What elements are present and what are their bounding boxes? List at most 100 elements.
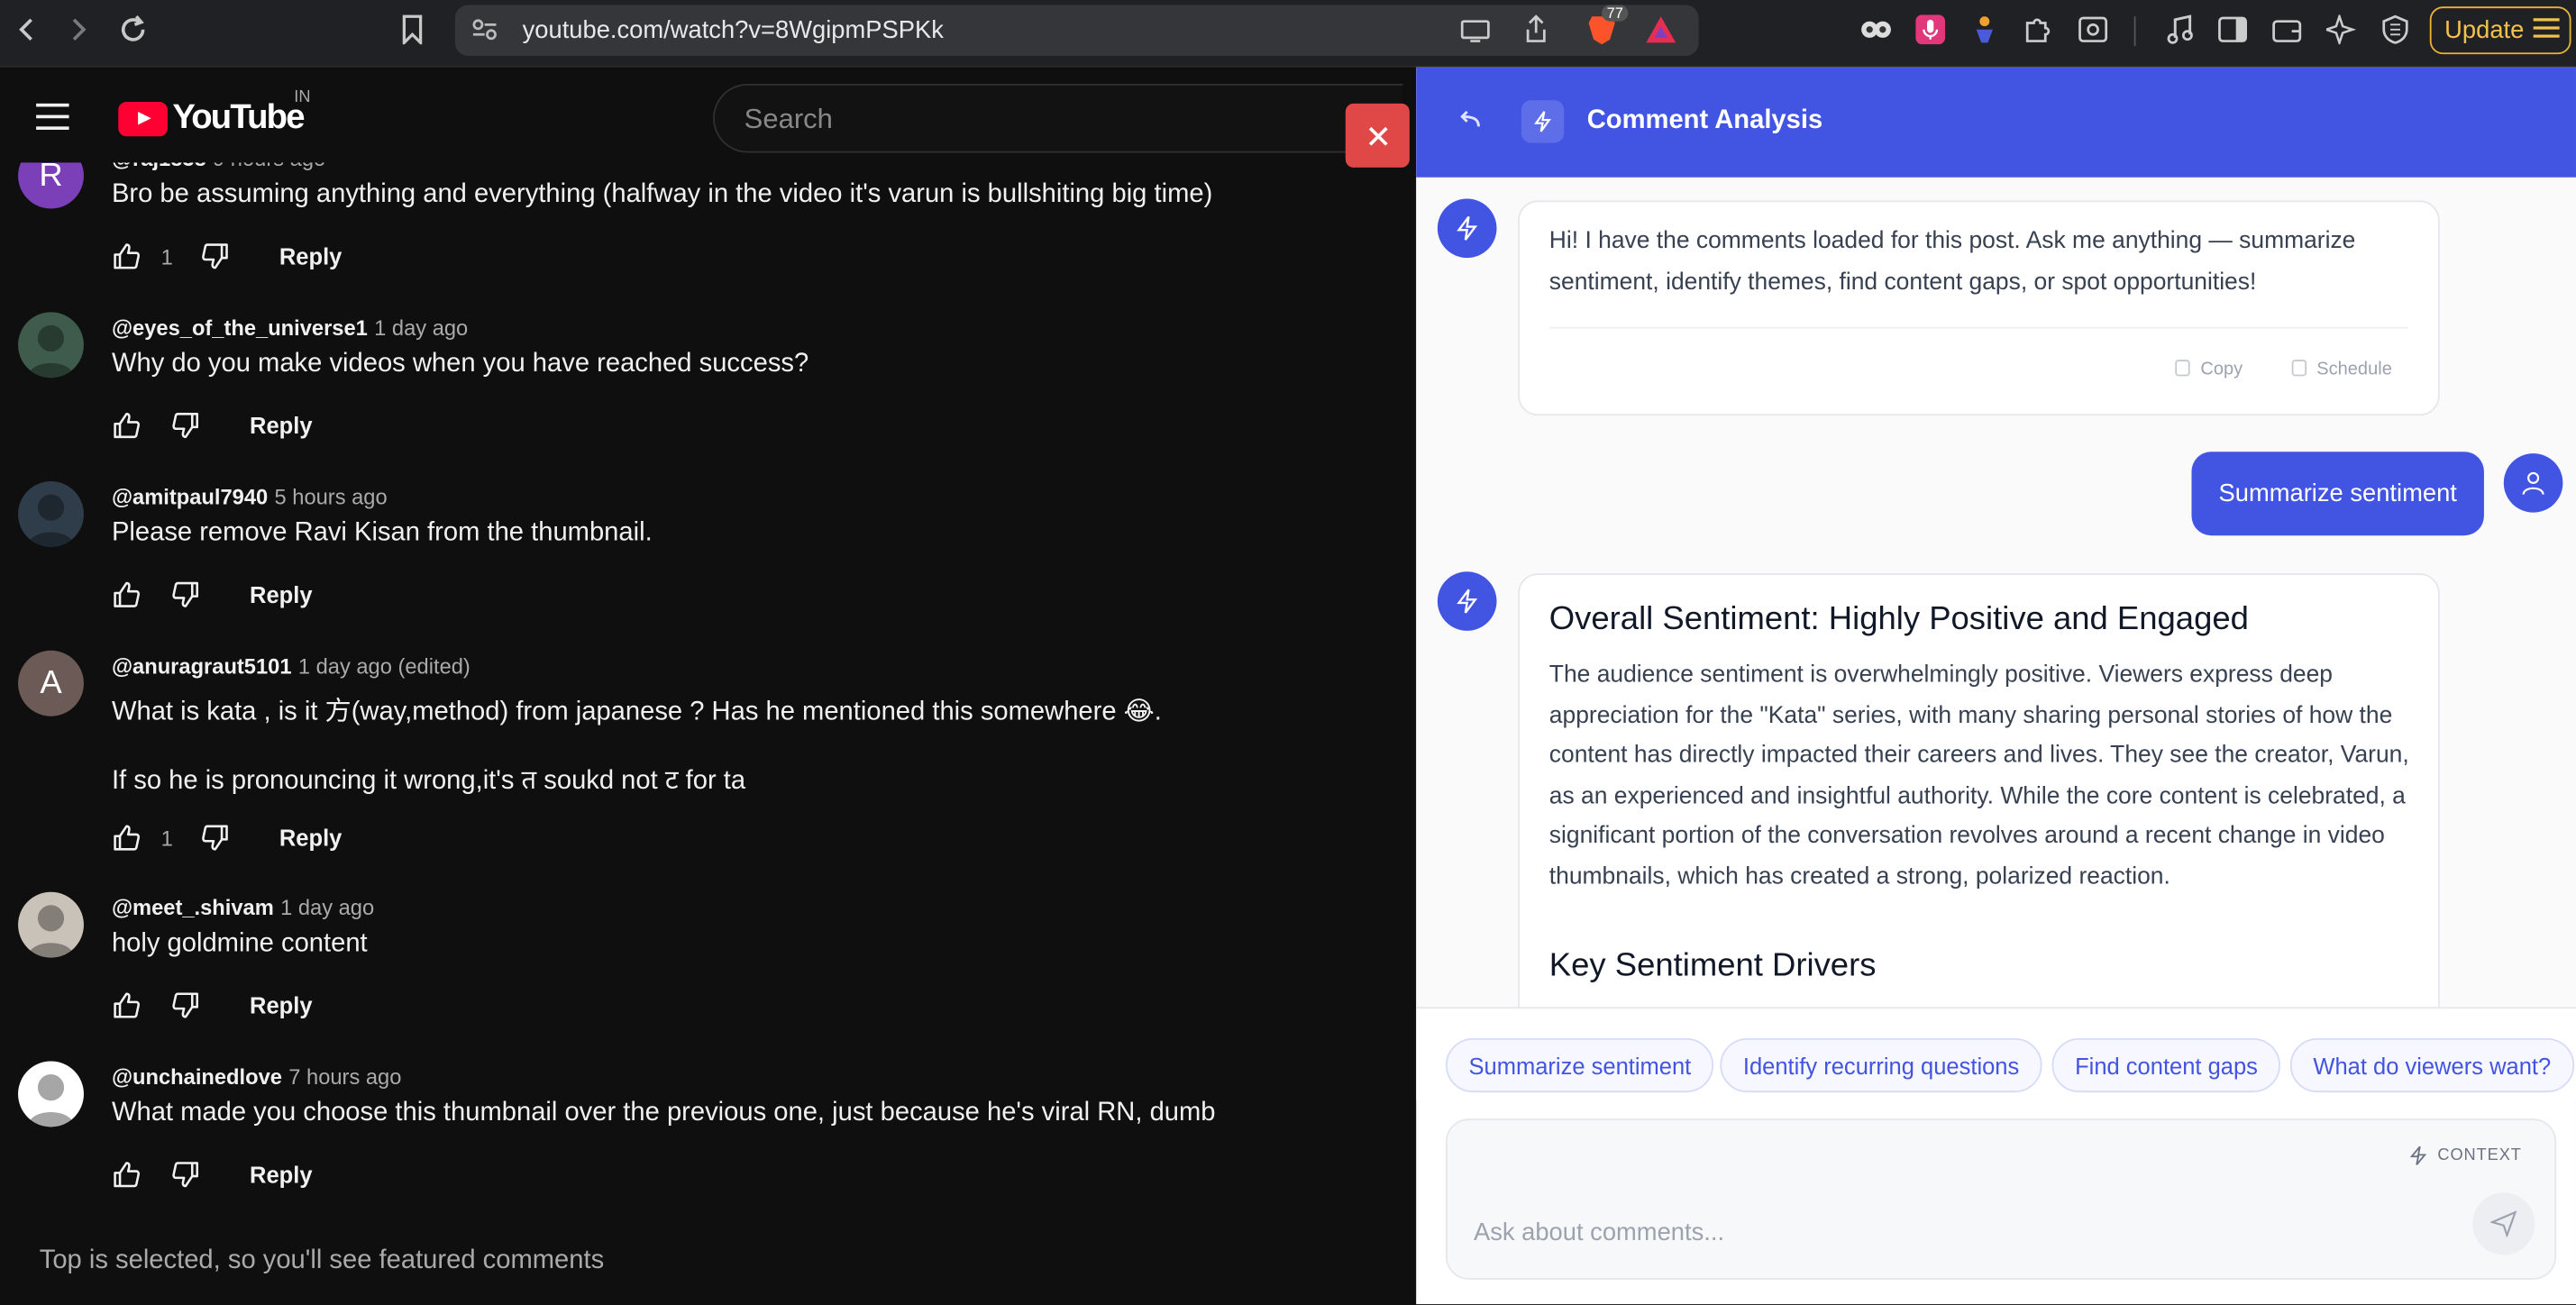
dislike-icon[interactable]: [171, 1160, 201, 1190]
music-icon[interactable]: [2163, 14, 2196, 46]
comment-time[interactable]: 7 hours ago: [288, 1064, 401, 1089]
comment-time[interactable]: 1 day ago: [374, 315, 468, 340]
extensions-puzzle-icon[interactable]: [2023, 14, 2055, 46]
commenter-avatar[interactable]: A: [18, 650, 84, 716]
wallet-icon[interactable]: [2270, 14, 2303, 46]
comment-header: @eyes_of_the_universe1 1 day ago: [112, 315, 468, 340]
toolbar-divider: [2133, 16, 2136, 47]
update-button[interactable]: Update: [2429, 6, 2571, 55]
bookmark-icon[interactable]: [394, 12, 430, 48]
reply-button[interactable]: Reply: [279, 825, 342, 851]
send-icon: [2490, 1210, 2517, 1237]
back-arrow-icon[interactable]: [8, 12, 44, 48]
like-icon[interactable]: [112, 242, 142, 271]
share-icon[interactable]: [1520, 14, 1552, 46]
reply-button[interactable]: Reply: [250, 1162, 312, 1188]
context-label: CONTEXT: [2437, 1146, 2522, 1165]
comment-text: holy goldmine content: [111, 929, 368, 958]
dislike-icon[interactable]: [200, 242, 230, 271]
like-icon[interactable]: [112, 579, 142, 609]
reply-button[interactable]: Reply: [250, 412, 312, 438]
user-avatar-icon: [2503, 453, 2563, 513]
search-input[interactable]: Search: [713, 83, 1403, 153]
comment-text: What made you choose this thumbnail over…: [111, 1099, 1216, 1127]
hamburger-menu-icon[interactable]: [36, 103, 69, 130]
context-button[interactable]: CONTEXT: [2409, 1145, 2521, 1166]
youtube-play-icon: [118, 101, 168, 136]
comment-time[interactable]: 5 hours ago: [275, 485, 388, 509]
cast-icon[interactable]: [1459, 14, 1492, 47]
extension-mic-icon[interactable]: [1914, 14, 1946, 46]
brave-rewards-icon[interactable]: [1645, 14, 1677, 46]
comment-text: If so he is pronouncing it wrong,it's त …: [111, 767, 746, 796]
chip-content-gaps[interactable]: Find content gaps: [2051, 1037, 2281, 1093]
close-panel-button[interactable]: [1345, 103, 1410, 168]
brave-badge: 77: [1602, 5, 1629, 22]
reply-button[interactable]: Reply: [250, 581, 312, 607]
comment-time[interactable]: 1 day ago (edited): [298, 653, 470, 678]
url-text: youtube.com/watch?v=8WgipmPSPKk: [522, 16, 944, 45]
chip-summarize-sentiment[interactable]: Summarize sentiment: [1445, 1037, 1714, 1093]
commenter-avatar[interactable]: [18, 891, 84, 958]
comment-text: What is kata , is it 方(way,method) from …: [111, 698, 1162, 726]
comment-username[interactable]: @meet_.shivam: [112, 895, 274, 919]
dislike-icon[interactable]: [200, 823, 230, 853]
screenshot-icon[interactable]: [2077, 14, 2109, 46]
leo-ai-icon[interactable]: [2325, 14, 2357, 46]
like-icon[interactable]: [112, 1160, 142, 1190]
chip-recurring-questions[interactable]: Identify recurring questions: [1720, 1037, 2042, 1093]
like-icon[interactable]: [112, 411, 142, 441]
vpn-shield-icon[interactable]: [2379, 14, 2411, 46]
comment-username[interactable]: @unchainedlove: [112, 1064, 282, 1089]
youtube-wordmark: YouTube: [172, 98, 305, 137]
commenter-avatar[interactable]: [18, 1061, 84, 1127]
screen: youtube.com/watch?v=8WgipmPSPKk 77 Updat…: [0, 0, 2576, 1305]
comment-username[interactable]: @anuragraut5101: [112, 653, 292, 678]
comment-analysis-panel: Comment Analysis Hi! I have the comments…: [1416, 67, 2576, 1305]
back-icon[interactable]: [1456, 105, 1482, 140]
reload-icon[interactable]: [115, 12, 151, 48]
ask-input[interactable]: CONTEXT Ask about comments...: [1445, 1118, 2557, 1280]
comment-username[interactable]: @amitpaul7940: [112, 485, 268, 509]
commenter-avatar[interactable]: [18, 312, 84, 379]
card-divider: [1548, 326, 2409, 329]
comment-time[interactable]: 1 day ago: [280, 895, 374, 919]
site-settings-icon[interactable]: [471, 18, 498, 50]
schedule-button[interactable]: Schedule: [2291, 360, 2392, 379]
comment-header: @meet_.shivam 1 day ago: [112, 895, 374, 919]
youtube-logo[interactable]: YouTube IN: [118, 88, 310, 138]
comment-text: Please remove Ravi Kisan from the thumbn…: [111, 518, 653, 547]
comment-username[interactable]: @eyes_of_the_universe1: [112, 315, 368, 340]
dislike-icon[interactable]: [171, 411, 201, 441]
user-message: Summarize sentiment: [2191, 452, 2484, 536]
brave-shields-icon[interactable]: 77: [1585, 5, 1629, 46]
chip-viewers-want[interactable]: What do viewers want?: [2289, 1037, 2574, 1093]
sidebar-toggle-icon[interactable]: [2216, 14, 2249, 46]
copy-button[interactable]: Copy: [2176, 360, 2243, 379]
reply-button[interactable]: Reply: [279, 243, 342, 269]
like-count: 1: [160, 243, 173, 269]
like-icon[interactable]: [112, 823, 142, 853]
comment-header: @amitpaul7940 5 hours ago: [112, 485, 388, 509]
comment-actions: Reply: [112, 411, 313, 441]
like-icon[interactable]: [112, 990, 142, 1020]
extension-figure-icon[interactable]: [1969, 14, 2001, 46]
assistant-bolt-icon: [1437, 198, 1497, 259]
extension-eyes-icon[interactable]: [1859, 14, 1892, 46]
address-bar[interactable]: youtube.com/watch?v=8WgipmPSPKk 77: [454, 5, 1699, 56]
answer-subheading: Key Sentiment Drivers: [1548, 947, 1877, 984]
commenter-avatar[interactable]: [18, 481, 84, 547]
comment-actions: Reply: [112, 579, 313, 609]
dislike-icon[interactable]: [171, 579, 201, 609]
card-actions: Copy Schedule: [2176, 360, 2392, 379]
send-button[interactable]: [2472, 1192, 2535, 1255]
greeting-text: Hi! I have the comments loaded for this …: [1548, 228, 2356, 296]
comment-actions: Reply: [112, 990, 313, 1020]
answer-heading: Overall Sentiment: Highly Positive and E…: [1548, 601, 2249, 638]
update-label: Update: [2444, 16, 2525, 45]
chat-thread[interactable]: Hi! I have the comments loaded for this …: [1416, 177, 2576, 1008]
dislike-icon[interactable]: [171, 990, 201, 1020]
forward-arrow-icon[interactable]: [60, 12, 96, 48]
reply-button[interactable]: Reply: [250, 992, 312, 1018]
country-code: IN: [294, 88, 311, 107]
